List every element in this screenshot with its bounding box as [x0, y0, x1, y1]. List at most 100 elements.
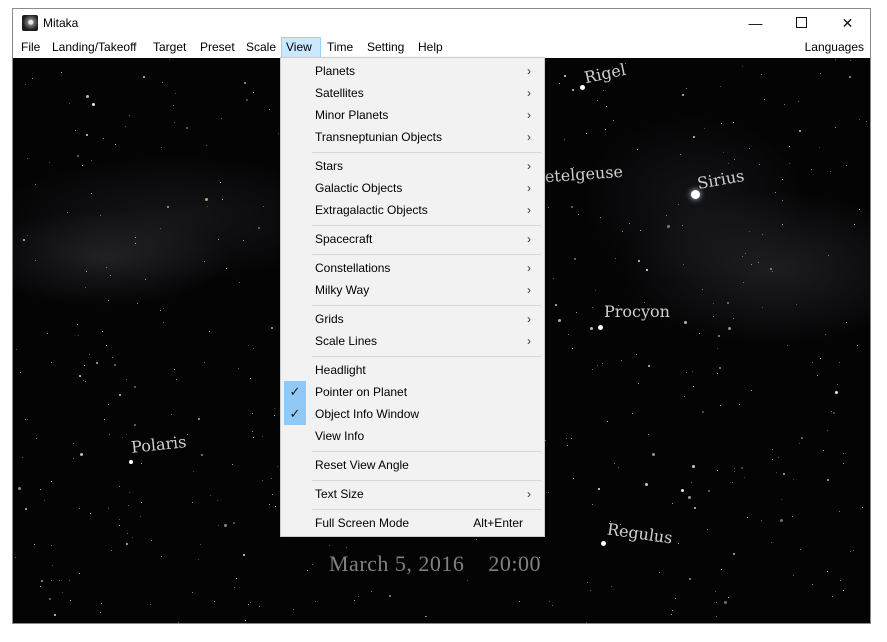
background-star — [262, 436, 263, 437]
background-star — [831, 411, 832, 412]
menu-landing-takeoff[interactable]: Landing/Takeoff — [48, 37, 141, 58]
background-star — [652, 453, 655, 456]
background-star — [592, 369, 593, 370]
background-star — [708, 490, 710, 492]
menu-item-milky-way[interactable]: Milky Way › — [284, 279, 541, 301]
background-star — [214, 601, 215, 602]
background-star — [22, 457, 23, 458]
menu-item-spacecraft[interactable]: Spacecraft › — [284, 228, 541, 250]
menu-item-pointer-on-planet[interactable]: ✓ Pointer on Planet — [284, 381, 541, 403]
submenu-arrow-icon: › — [527, 334, 531, 348]
menu-help[interactable]: Help — [414, 37, 447, 58]
menu-separator — [312, 480, 541, 481]
background-star — [271, 478, 272, 479]
background-star — [720, 86, 721, 87]
background-star — [245, 620, 246, 621]
background-star — [776, 472, 777, 473]
background-star — [704, 128, 705, 129]
background-star — [843, 453, 844, 454]
background-star — [564, 139, 565, 140]
menu-item-galactic-objects[interactable]: Galactic Objects › — [284, 177, 541, 199]
menu-item-view-info[interactable]: View Info — [284, 425, 541, 447]
background-star — [119, 525, 120, 526]
background-star — [846, 322, 847, 323]
minimize-button[interactable]: — — [733, 9, 778, 37]
background-star — [744, 477, 745, 478]
menu-view[interactable]: View — [281, 37, 321, 58]
menu-item-satellites[interactable]: Satellites › — [284, 82, 541, 104]
background-star — [849, 76, 851, 78]
background-star — [640, 230, 641, 231]
background-star — [702, 289, 703, 290]
background-star — [206, 145, 207, 146]
background-star — [828, 255, 829, 256]
background-star — [549, 601, 550, 602]
menu-languages[interactable]: Languages — [805, 37, 864, 58]
background-star — [840, 580, 841, 581]
background-star — [175, 93, 176, 94]
background-star — [759, 164, 760, 165]
menu-target[interactable]: Target — [149, 37, 190, 58]
menu-scale[interactable]: Scale — [242, 37, 280, 58]
menu-preset[interactable]: Preset — [196, 37, 239, 58]
background-star — [59, 580, 60, 581]
menu-item-reset-view-angle[interactable]: Reset View Angle — [284, 454, 541, 476]
background-star — [18, 487, 21, 490]
background-star — [252, 413, 253, 414]
menu-file[interactable]: File — [17, 37, 44, 58]
background-star — [47, 333, 48, 334]
menu-item-text-size[interactable]: Text Size › — [284, 483, 541, 505]
menu-item-label: Transneptunian Objects — [315, 130, 442, 144]
background-star — [727, 302, 729, 304]
menu-item-extragalactic-objects[interactable]: Extragalactic Objects › — [284, 199, 541, 221]
background-star — [269, 109, 270, 110]
menu-item-object-info-window[interactable]: ✓ Object Info Window — [284, 403, 541, 425]
submenu-arrow-icon: › — [527, 203, 531, 217]
submenu-arrow-icon: › — [527, 86, 531, 100]
background-star — [638, 383, 639, 384]
background-star — [717, 348, 718, 349]
background-star — [837, 384, 838, 385]
background-star — [680, 154, 681, 155]
menu-setting[interactable]: Setting — [363, 37, 408, 58]
menu-item-constellations[interactable]: Constellations › — [284, 257, 541, 279]
background-star — [226, 268, 227, 269]
menu-item-stars[interactable]: Stars › — [284, 155, 541, 177]
background-star — [675, 598, 676, 599]
menu-item-grids[interactable]: Grids › — [284, 308, 541, 330]
submenu-arrow-icon: › — [527, 232, 531, 246]
menu-item-transneptunian-objects[interactable]: Transneptunian Objects › — [284, 126, 541, 148]
menu-item-minor-planets[interactable]: Minor Planets › — [284, 104, 541, 126]
menu-item-headlight[interactable]: Headlight — [284, 359, 541, 381]
background-star — [859, 119, 860, 120]
background-star — [799, 443, 800, 444]
menu-item-full-screen-mode[interactable]: Full Screen Mode Alt+Enter — [284, 512, 541, 534]
checkmark-icon: ✓ — [284, 403, 306, 425]
background-star — [476, 539, 477, 540]
menu-item-scale-lines[interactable]: Scale Lines › — [284, 330, 541, 352]
background-star — [49, 598, 51, 600]
background-star — [784, 104, 785, 105]
background-star — [747, 517, 748, 518]
background-star — [110, 275, 111, 276]
background-star — [160, 228, 161, 229]
background-star — [100, 612, 101, 613]
background-star — [770, 268, 772, 270]
background-star — [79, 375, 81, 377]
background-star — [278, 133, 279, 134]
menu-item-planets[interactable]: Planets › — [284, 60, 541, 82]
background-star — [743, 282, 744, 283]
background-star — [84, 365, 85, 366]
background-star — [160, 310, 161, 311]
title-bar[interactable]: Mitaka — ✕ — [13, 9, 870, 37]
background-star — [217, 500, 218, 501]
menu-time[interactable]: Time — [323, 37, 357, 58]
background-star — [224, 524, 227, 527]
maximize-button[interactable] — [779, 9, 824, 37]
background-star — [51, 481, 52, 482]
background-star — [125, 126, 126, 127]
background-star — [811, 169, 812, 170]
background-star — [646, 269, 648, 271]
menu-item-label: Object Info Window — [315, 407, 420, 421]
close-button[interactable]: ✕ — [825, 9, 870, 37]
